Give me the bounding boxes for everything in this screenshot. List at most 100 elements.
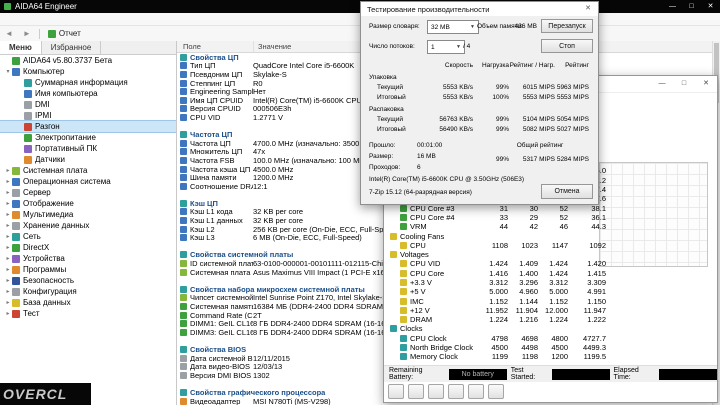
stability-button[interactable] (488, 384, 504, 399)
tree-item-icon (12, 221, 20, 230)
threads-select[interactable]: 1 ▼ (427, 40, 465, 54)
sensor-row[interactable]: VRM 44 42 46 44.3 (388, 222, 606, 231)
sensor-icon (390, 251, 397, 259)
tab-menu[interactable]: Меню (0, 41, 42, 54)
tree-item[interactable]: ▸ Тест (0, 308, 176, 319)
tree-item[interactable]: ▸ Хранение данных (0, 220, 176, 231)
forward-button[interactable]: ► (18, 29, 36, 38)
tree-item[interactable]: ▸ DirectX (0, 242, 176, 253)
field-name: Тип ЦП (190, 61, 216, 71)
sensor-icon (400, 316, 407, 324)
sensor-label: CPU Core (410, 268, 445, 278)
sensor-row[interactable]: CPU 1108 1023 1147 1092 (388, 241, 606, 250)
cancel-button[interactable]: Отмена (541, 184, 593, 199)
sensor-row[interactable]: CPU VID 1.424 1.409 1.424 1.420 (388, 259, 606, 268)
chevron-down-icon: ▼ (456, 44, 461, 50)
tree-item[interactable]: Электропитание (0, 132, 176, 143)
minimize-button[interactable]: — (663, 0, 682, 13)
tree-item[interactable]: DMI (0, 99, 176, 110)
tree-item-label: Разгон (35, 122, 60, 131)
tree-item[interactable]: ▾ Компьютер (0, 66, 176, 77)
tree-item-icon (12, 199, 20, 208)
sensor-row[interactable]: Cooling Fans (388, 231, 606, 241)
tree-item[interactable]: ▸ Мультимедиа (0, 209, 176, 220)
column-field[interactable]: Поле (177, 41, 254, 52)
sensor-row[interactable]: Memory Clock 1199 1198 1200 1199.5 (388, 352, 606, 361)
close-button[interactable]: ✕ (578, 2, 598, 16)
tree-item-label: DMI (35, 100, 50, 109)
tree-item-icon (12, 254, 20, 263)
tree-item[interactable]: Имя компьютера (0, 88, 176, 99)
total-rating-row: 99% 5317 MIPS 5284 MIPS (361, 156, 598, 165)
value: 56763 KB/s (439, 116, 473, 123)
tree-item[interactable]: ▸ Безопасность (0, 275, 176, 286)
tree-item[interactable]: ▸ Устройства (0, 253, 176, 264)
expand-arrow-icon: ▸ (6, 223, 10, 229)
stability-button[interactable] (448, 384, 464, 399)
tree-item[interactable]: Портативный ПК (0, 143, 176, 154)
sensor-row[interactable]: +5 V 5.000 4.960 5.000 4.991 (388, 287, 606, 296)
field-name: Множитель ЦП (190, 147, 243, 157)
tree-item[interactable]: AIDA64 v5.80.3737 Бета (0, 55, 176, 66)
column-value[interactable]: Значение (254, 42, 291, 51)
field-name: ID системной платы (190, 259, 253, 268)
value: 99% (495, 84, 509, 91)
tree-item[interactable]: ▸ Сервер (0, 187, 176, 198)
tree-item-label: Электропитание (35, 133, 96, 142)
stability-button[interactable] (408, 384, 424, 399)
restart-button[interactable]: Перезапуск (541, 19, 593, 33)
sensor-icon (400, 213, 407, 221)
sensor-row[interactable]: IMC 1.152 1.144 1.152 1.150 (388, 296, 606, 306)
tree-item[interactable]: Разгон (0, 120, 176, 133)
sensor-row[interactable]: DRAM 1.224 1.216 1.224 1.222 (388, 315, 606, 324)
tree-item[interactable]: ▸ Конфигурация (0, 286, 176, 297)
tree-item[interactable]: ▸ Программы (0, 264, 176, 275)
maximize-button[interactable]: □ (682, 0, 701, 13)
stop-button[interactable]: Стоп (541, 39, 593, 53)
tree-item[interactable]: ▸ Системная плата (0, 165, 176, 176)
stability-button[interactable] (468, 384, 484, 399)
sensor-row[interactable]: Voltages (388, 250, 606, 259)
sensor-minimum: 29 (529, 212, 538, 222)
row-icon (180, 88, 187, 96)
row-icon (180, 311, 187, 319)
tree-item-icon (24, 144, 32, 153)
sensor-average: 4727.7 (583, 333, 606, 343)
sensor-current: 1.224 (489, 315, 508, 325)
sensor-row[interactable]: CPU Core #4 33 29 52 36.1 (388, 213, 606, 222)
sensor-row[interactable]: +3.3 V 3.312 3.296 3.312 3.309 (388, 278, 606, 287)
stability-button[interactable] (388, 384, 404, 399)
tree-item[interactable]: ▸ База данных (0, 297, 176, 308)
sensor-row[interactable]: Clocks (388, 324, 606, 333)
value: 99% (495, 156, 509, 163)
value: 6015 MIPS (522, 84, 555, 91)
dictionary-size-select[interactable]: 32 MB ▼ (427, 20, 479, 34)
sensor-minimum: 1.400 (519, 268, 538, 278)
value: 5104 MIPS (522, 116, 555, 123)
sensor-row[interactable]: CPU Core 1.416 1.400 1.424 1.415 (388, 269, 606, 278)
expand-arrow-icon: ▸ (6, 201, 10, 207)
tree-item[interactable]: ▸ Сеть (0, 231, 176, 242)
tree-item[interactable]: IPMI (0, 110, 176, 121)
report-button[interactable]: Отчет (43, 29, 86, 38)
sensor-row[interactable]: +12 V 11.952 11.904 12.000 11.947 (388, 306, 606, 315)
row-icon (180, 139, 187, 147)
stability-button[interactable] (428, 384, 444, 399)
value: 5054 MIPS (556, 116, 589, 123)
value: 5553 KB/s (443, 84, 473, 91)
tree-item[interactable]: ▸ Операционная система (0, 176, 176, 187)
sensor-row[interactable]: North Bridge Clock 4500 4498 4500 4499.3 (388, 343, 606, 352)
row-icon (180, 320, 187, 328)
tree-item-label: Системная плата (23, 166, 88, 175)
close-button[interactable]: ✕ (701, 0, 720, 13)
minimize-button[interactable]: — (651, 76, 673, 92)
tab-favorites[interactable]: Избранное (42, 41, 102, 54)
close-button[interactable]: ✕ (695, 76, 717, 92)
tree-item[interactable]: Датчики (0, 154, 176, 165)
dialog-titlebar: Тестирование производительности ✕ (361, 2, 598, 16)
sensor-row[interactable]: CPU Clock 4798 4698 4800 4727.7 (388, 334, 606, 343)
back-button[interactable]: ◄ (0, 29, 18, 38)
tree-item[interactable]: Суммарная информация (0, 77, 176, 88)
tree-item[interactable]: ▸ Отображение (0, 198, 176, 209)
maximize-button[interactable]: □ (673, 76, 695, 92)
